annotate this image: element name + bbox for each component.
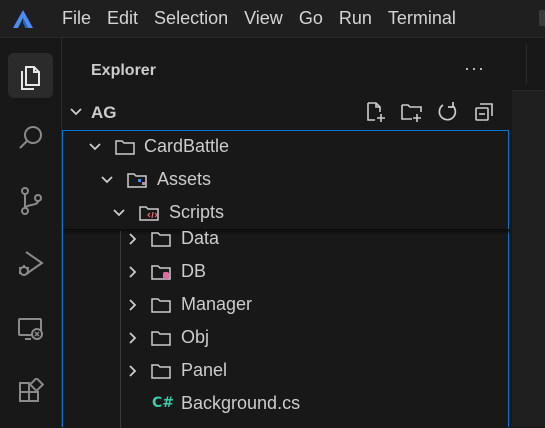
tab-divider bbox=[526, 44, 527, 84]
tree-item-background-cs[interactable]: C# Background.cs bbox=[63, 388, 510, 421]
menu-view[interactable]: View bbox=[236, 0, 291, 37]
menu-bar: File Edit Selection View Go Run Terminal bbox=[46, 0, 464, 37]
tree-item-panel[interactable]: Panel bbox=[63, 355, 510, 388]
folder-icon bbox=[150, 230, 172, 253]
remote-explorer-button[interactable] bbox=[8, 306, 53, 351]
editor-area bbox=[512, 38, 545, 427]
chevron-down-icon bbox=[68, 104, 84, 125]
tree-item-label: Assets bbox=[157, 169, 212, 189]
folder-section-header[interactable]: AG bbox=[62, 101, 512, 127]
menu-go[interactable]: Go bbox=[291, 0, 331, 37]
title-bar: File Edit Selection View Go Run Terminal bbox=[0, 0, 545, 38]
folder-icon bbox=[150, 362, 172, 385]
tree-item-assets[interactable]: Assets bbox=[63, 164, 510, 197]
chevron-down-icon bbox=[87, 139, 103, 160]
menu-file[interactable]: File bbox=[46, 0, 99, 37]
collapse-all-icon bbox=[473, 101, 495, 128]
explorer-sidebar: Explorer ··· AG CardBattle Assets Script… bbox=[62, 38, 512, 428]
editor-tab-bar bbox=[512, 38, 545, 91]
chevron-right-icon bbox=[124, 264, 140, 285]
database-folder-icon bbox=[150, 263, 172, 286]
activity-bar bbox=[0, 38, 62, 427]
workspace-folder-title: AG bbox=[91, 103, 117, 122]
tree-item-label: Scripts bbox=[169, 202, 225, 222]
tree-item-label: Panel bbox=[181, 360, 228, 380]
tree-item-label: Obj bbox=[181, 327, 210, 347]
new-file-icon bbox=[365, 101, 387, 128]
new-file-button[interactable] bbox=[358, 101, 394, 127]
tree-item-label: CardBattle bbox=[144, 136, 230, 156]
run-debug-icon bbox=[17, 249, 45, 279]
new-folder-icon bbox=[400, 101, 424, 128]
tree-item-db[interactable]: DB bbox=[63, 256, 510, 289]
section-actions bbox=[358, 101, 502, 127]
search-icon bbox=[17, 124, 45, 152]
explorer-button[interactable] bbox=[8, 53, 53, 98]
tree-item-obj[interactable]: Obj bbox=[63, 322, 510, 355]
tree-item-data[interactable]: Data bbox=[63, 223, 510, 256]
extensions-icon bbox=[17, 377, 45, 406]
new-folder-button[interactable] bbox=[394, 101, 430, 127]
chevron-down-icon bbox=[99, 172, 115, 193]
source-control-icon bbox=[18, 186, 44, 216]
chevron-right-icon bbox=[124, 330, 140, 351]
folder-icon bbox=[150, 329, 172, 352]
sidebar-header: Explorer ··· bbox=[62, 38, 512, 98]
file-tree: CardBattle Assets Scripts Data DB Manage… bbox=[62, 130, 510, 428]
chevron-right-icon bbox=[124, 297, 140, 318]
refresh-button[interactable] bbox=[430, 101, 466, 127]
extensions-button[interactable] bbox=[8, 369, 53, 414]
app-logo-icon bbox=[0, 0, 46, 37]
tree-item-label: Manager bbox=[181, 294, 253, 314]
sidebar-title: Explorer bbox=[91, 62, 156, 79]
tree-item-label: Data bbox=[181, 228, 220, 248]
tree-item-label: Background.cs bbox=[181, 393, 301, 413]
refresh-icon bbox=[437, 101, 459, 128]
search-button[interactable] bbox=[8, 115, 53, 160]
folder-icon bbox=[150, 296, 172, 319]
assets-folder-icon bbox=[126, 171, 148, 194]
folder-icon bbox=[114, 138, 136, 161]
menu-selection[interactable]: Selection bbox=[146, 0, 236, 37]
menu-edit[interactable]: Edit bbox=[99, 0, 146, 37]
tree-item-manager[interactable]: Manager bbox=[63, 289, 510, 322]
menu-overflow-edge bbox=[539, 10, 545, 26]
chevron-right-icon bbox=[124, 363, 140, 384]
source-control-button[interactable] bbox=[8, 178, 53, 223]
remote-explorer-icon bbox=[17, 315, 45, 343]
tree-item-cardbattle[interactable]: CardBattle bbox=[63, 131, 510, 164]
menu-run[interactable]: Run bbox=[331, 0, 380, 37]
run-debug-button[interactable] bbox=[8, 241, 53, 286]
explorer-icon bbox=[18, 62, 44, 90]
menu-terminal[interactable]: Terminal bbox=[380, 0, 464, 37]
more-actions-button[interactable]: ··· bbox=[464, 58, 485, 79]
csharp-file-icon: C# bbox=[152, 395, 175, 411]
tree-item-label: DB bbox=[181, 261, 207, 281]
chevron-right-icon bbox=[124, 231, 140, 252]
collapse-all-button[interactable] bbox=[466, 101, 502, 127]
